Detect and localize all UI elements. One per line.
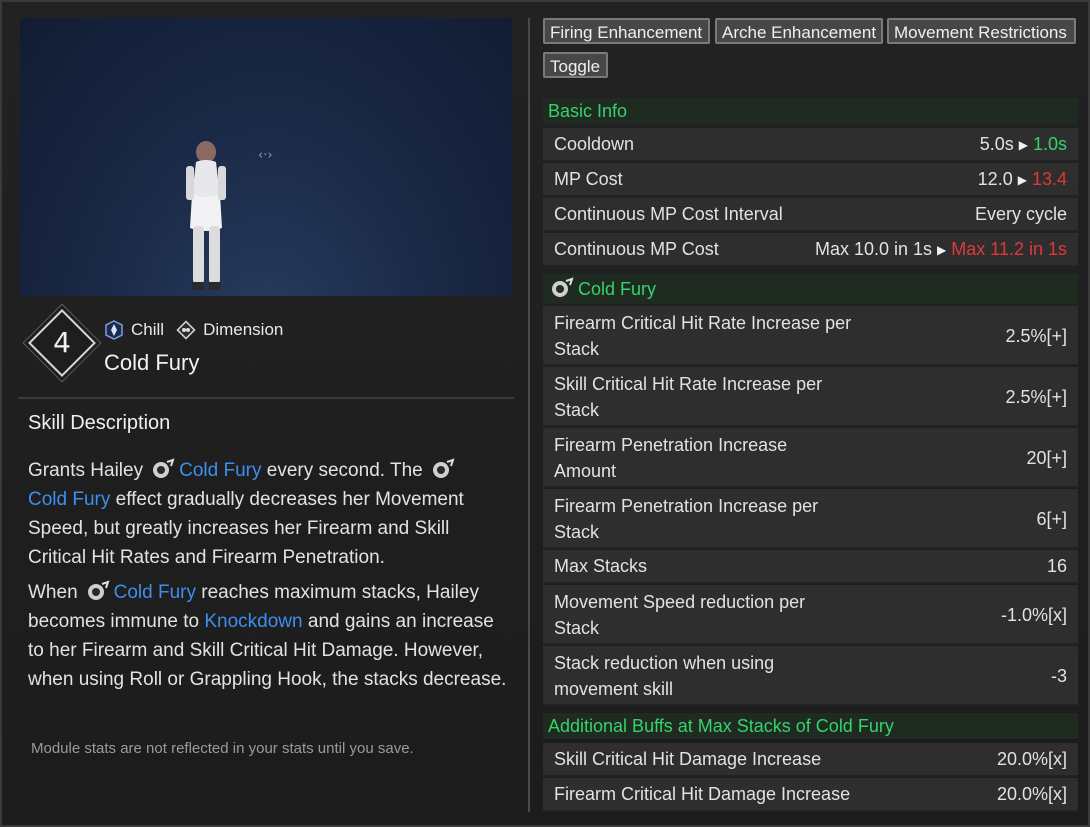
- skill-level-number: 4: [53, 326, 71, 359]
- stat-row-cooldown: Cooldown 5.0s ▶ 1.0s: [543, 128, 1078, 162]
- tag-chill: Chill: [104, 320, 164, 340]
- stat-row-move-speed-reduction: Movement Speed reduction per Stack -1.0%…: [543, 585, 1078, 645]
- keyword-link[interactable]: Knockdown: [204, 611, 302, 632]
- skill-left-panel: ‹·› 4 Chill Dimension Cold Fury Skill De…: [18, 16, 514, 816]
- skill-tags: Chill Dimension: [104, 320, 289, 340]
- chill-element-icon: [105, 320, 123, 340]
- stat-row-mp-interval: Continuous MP Cost Interval Every cycle: [543, 198, 1078, 232]
- cold-fury-icon: [153, 458, 175, 478]
- stat-row-stack-reduction: Stack reduction when using movement skil…: [543, 646, 1078, 706]
- tag-label: Chill: [131, 320, 165, 339]
- stat-row-continuous-mp: Continuous MP Cost Max 10.0 in 1s ▶ Max 11…: [543, 233, 1078, 267]
- stat-row-firearm-pen-amount: Firearm Penetration Increase Amount 20[+…: [543, 428, 1078, 488]
- arrow-right-icon: ▶: [937, 243, 947, 257]
- skill-detail-window: ‹·› 4 Chill Dimension Cold Fury Skill De…: [0, 0, 1090, 827]
- rotate-hint-icon: ‹·›: [258, 148, 273, 163]
- arrow-right-icon: ▶: [1017, 173, 1027, 187]
- keyword-link[interactable]: Cold Fury: [114, 582, 196, 603]
- left-divider: [18, 397, 514, 399]
- tab-toggle[interactable]: Toggle: [543, 52, 608, 78]
- skill-header: 4 Chill Dimension Cold Fury: [18, 306, 514, 396]
- tab-firing-enhancement[interactable]: Firing Enhancement: [543, 18, 710, 44]
- stat-row-firearm-pen-stack: Firearm Penetration Increase per Stack 6…: [543, 489, 1078, 549]
- tag-label: Dimension: [203, 320, 284, 339]
- column-divider: [528, 18, 530, 812]
- cold-fury-icon: [432, 458, 455, 478]
- tab-arche-enhancement[interactable]: Arche Enhancement: [715, 18, 883, 44]
- basic-info-header: Basic Info: [543, 98, 1078, 124]
- stat-row-firearm-crit-rate: Firearm Critical Hit Rate Increase per S…: [543, 306, 1078, 366]
- cold-fury-icon: [552, 277, 574, 297]
- arrow-right-icon: ▶: [1018, 138, 1028, 152]
- description-title: Skill Description: [28, 412, 171, 434]
- stat-row-max-stacks: Max Stacks 16: [543, 550, 1078, 584]
- skill-name: Cold Fury: [104, 350, 200, 375]
- description-paragraph-1: Grants Hailey Cold Fury every second. The…: [28, 458, 464, 568]
- keyword-link[interactable]: Cold Fury: [28, 489, 110, 510]
- stat-row-skill-crit-rate: Skill Critical Hit Rate Increase per Sta…: [543, 367, 1078, 427]
- stat-row-mp-cost: MP Cost 12.0 ▶ 13.4: [543, 163, 1078, 197]
- save-footnote: Module stats are not reflected in your s…: [31, 740, 414, 757]
- dimension-icon: [176, 320, 196, 340]
- character-model: [186, 141, 226, 290]
- tab-movement-restrictions[interactable]: Movement Restrictions: [887, 18, 1076, 44]
- description-paragraph-2: When Cold Fury reaches maximum stacks, Ha…: [28, 580, 507, 690]
- max-stack-buffs-header: Additional Buffs at Max Stacks of Cold F…: [543, 713, 1078, 739]
- cold-fury-icon: [87, 580, 110, 600]
- keyword-link[interactable]: Cold Fury: [179, 460, 261, 481]
- cold-fury-header: Cold Fury: [543, 274, 1078, 304]
- skill-preview-viewport[interactable]: ‹·›: [20, 18, 512, 296]
- tag-dimension: Dimension: [176, 320, 283, 340]
- description-body: Grants Hailey Cold Fury every second. The…: [28, 456, 508, 700]
- stat-row-firearm-crit-damage: Firearm Critical Hit Damage Increase 20.…: [543, 778, 1078, 812]
- stat-row-skill-crit-damage: Skill Critical Hit Damage Increase 20.0%…: [543, 743, 1078, 777]
